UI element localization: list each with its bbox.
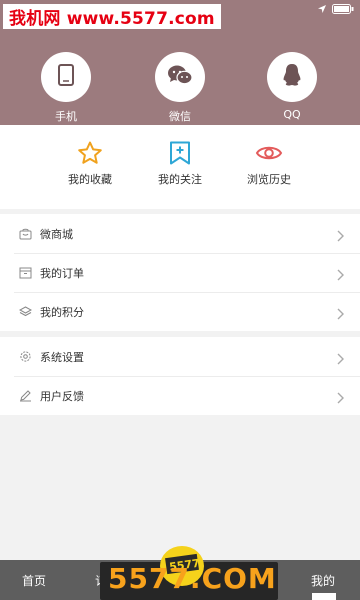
- phone-icon: [58, 64, 74, 90]
- menu-item-my-points[interactable]: 我的积分: [0, 292, 360, 331]
- menu-item-label: 我的订单: [40, 266, 84, 280]
- quick-follows-label: 我的关注: [158, 173, 202, 186]
- menu-group-1: 微商城 我的订单 我的积分: [0, 214, 360, 331]
- gear-icon: [18, 350, 32, 364]
- eye-icon: [229, 141, 309, 165]
- login-qq-label: QQ: [283, 108, 301, 121]
- nav-active-indicator: [312, 593, 336, 600]
- wechat-icon: [167, 64, 193, 90]
- login-header: 手机 微信 QQ: [0, 34, 360, 125]
- login-wechat-circle[interactable]: [155, 52, 205, 102]
- qq-penguin-icon: [282, 63, 302, 91]
- menu-item-user-feedback[interactable]: 用户反馈: [0, 376, 360, 415]
- menu-item-label: 用户反馈: [40, 389, 84, 403]
- status-icons: [317, 4, 354, 14]
- menu-item-system-settings[interactable]: 系统设置: [0, 337, 360, 376]
- quick-history-label: 浏览历史: [247, 173, 291, 186]
- login-phone-circle[interactable]: [41, 52, 91, 102]
- menu-item-my-orders[interactable]: 我的订单: [0, 253, 360, 292]
- nav-mine-tab[interactable]: 我的: [311, 572, 335, 589]
- bookmark-plus-icon: [140, 141, 220, 165]
- login-qq-circle[interactable]: [267, 52, 317, 102]
- quick-follows-button[interactable]: 我的关注: [140, 141, 220, 187]
- battery-icon: [332, 4, 354, 14]
- login-wechat-label: 微信: [169, 110, 191, 123]
- login-phone-button[interactable]: 手机: [36, 52, 96, 124]
- quick-favorites-label: 我的收藏: [68, 173, 112, 186]
- layers-icon: [18, 305, 32, 319]
- login-wechat-button[interactable]: 微信: [150, 52, 210, 124]
- menu-item-micro-mall[interactable]: 微商城: [0, 214, 360, 253]
- chevron-right-icon: [337, 266, 344, 285]
- watermark-top: 我机网 www.5577.com: [3, 4, 221, 29]
- nav-home-tab[interactable]: 首页: [22, 572, 46, 589]
- quick-favorites-button[interactable]: 我的收藏: [50, 141, 130, 187]
- login-phone-label: 手机: [55, 110, 77, 123]
- order-box-icon: [18, 266, 32, 280]
- login-qq-button[interactable]: QQ: [262, 52, 322, 121]
- watermark-bottom-text: 5577.COM: [108, 562, 277, 595]
- menu-item-label: 我的积分: [40, 305, 84, 319]
- quick-links-panel: 我的收藏 我的关注 浏览历史: [0, 125, 360, 209]
- chevron-right-icon: [337, 227, 344, 246]
- watermark-top-text: 我机网 www.5577.com: [9, 9, 215, 29]
- star-icon: [50, 141, 130, 165]
- location-arrow-icon: [317, 4, 327, 14]
- chevron-right-icon: [337, 305, 344, 324]
- chevron-right-icon: [337, 350, 344, 369]
- menu-item-label: 微商城: [40, 227, 73, 241]
- pencil-icon: [18, 389, 32, 403]
- menu-item-label: 系统设置: [40, 350, 84, 364]
- menu-group-2: 系统设置 用户反馈: [0, 337, 360, 415]
- chevron-right-icon: [337, 389, 344, 408]
- shopping-bag-icon: [18, 227, 32, 241]
- quick-history-button[interactable]: 浏览历史: [229, 141, 309, 187]
